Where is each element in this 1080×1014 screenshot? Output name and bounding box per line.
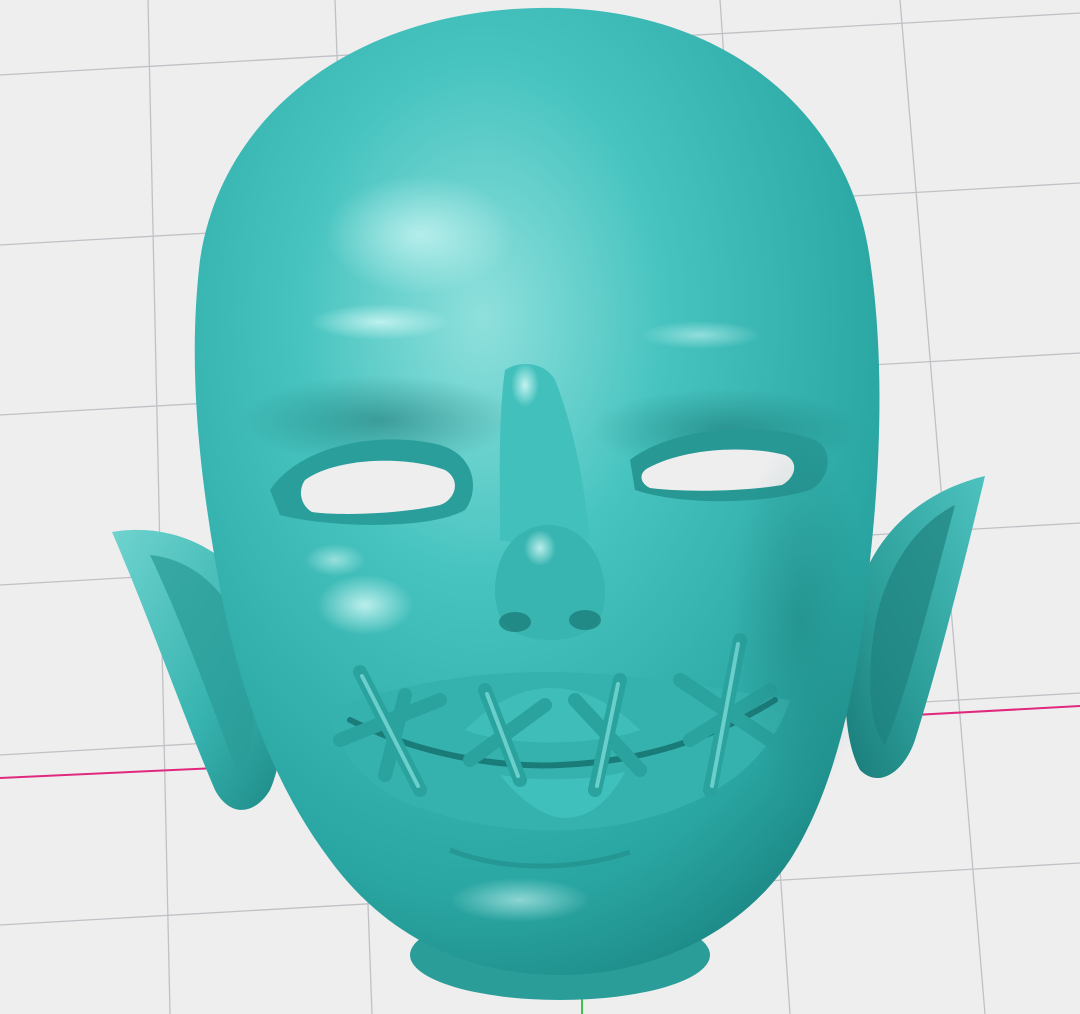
mask-model-icon[interactable] <box>112 7 985 1000</box>
viewport-canvas[interactable] <box>0 0 1080 1014</box>
right-cheek-shade <box>730 440 870 800</box>
brow-highlight-right <box>640 321 760 349</box>
nose-tip-highlight <box>524 530 556 566</box>
cheek-highlight-left-2 <box>305 544 365 576</box>
left-nostril <box>499 612 531 632</box>
3d-viewport[interactable] <box>0 0 1080 1014</box>
grid-line <box>147 0 171 1014</box>
chin-highlight <box>450 878 590 922</box>
brow-highlight-left <box>310 304 450 340</box>
forehead-highlight <box>325 175 515 295</box>
nose-bridge-highlight <box>511 363 539 407</box>
cheek-highlight-left <box>317 575 413 635</box>
right-nostril <box>569 610 601 630</box>
